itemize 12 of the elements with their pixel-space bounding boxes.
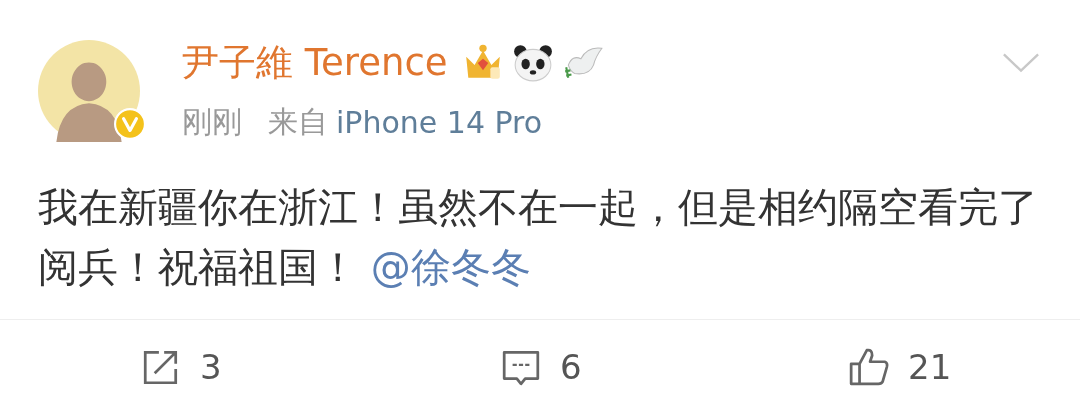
thumbs-up-icon[interactable] bbox=[848, 346, 890, 388]
avatar[interactable] bbox=[38, 40, 140, 142]
post-time: 刚刚 bbox=[182, 103, 242, 141]
action-count: 6 bbox=[560, 347, 582, 387]
post-text: 我在新疆你在浙江！虽然不在一起，但是相约隔空看完了阅兵！祝福祖国！ @徐冬冬 bbox=[38, 183, 1039, 292]
source-label: 来自 bbox=[268, 103, 328, 141]
mention-link[interactable]: @徐冬冬 bbox=[370, 244, 531, 290]
panda-icon bbox=[511, 42, 554, 84]
device-source: iPhone 14 Pro bbox=[336, 105, 543, 140]
action-count: 3 bbox=[200, 347, 222, 387]
action-count: 21 bbox=[908, 347, 952, 387]
user-name[interactable]: 尹子維 Terence bbox=[182, 38, 448, 88]
